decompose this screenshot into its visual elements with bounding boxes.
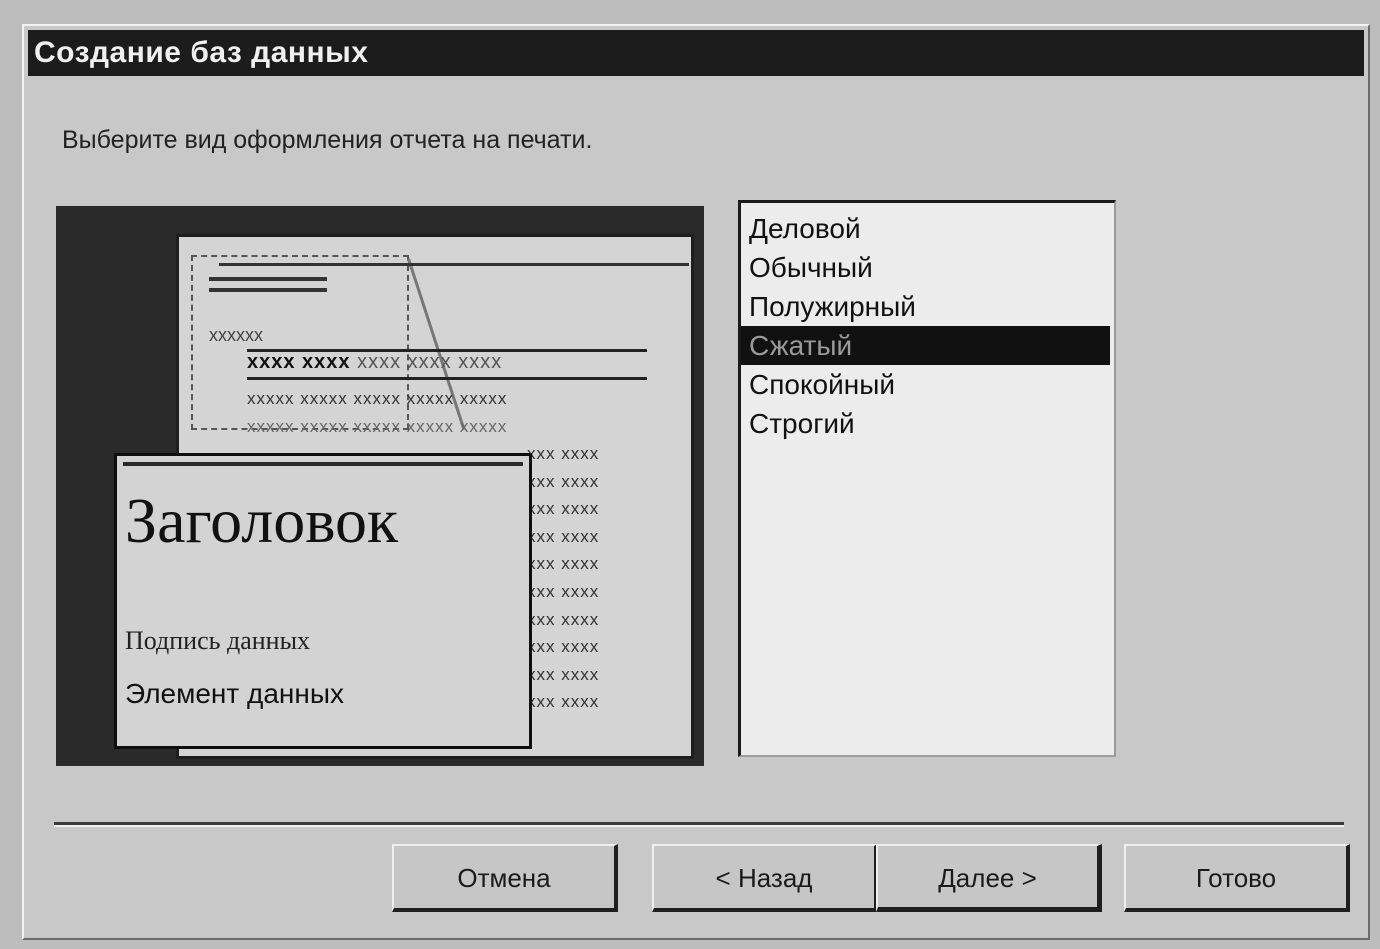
preview-right-row: xxx xxxx [527, 526, 600, 546]
style-option-business[interactable]: Деловой [741, 209, 1110, 248]
preview-group-label: xxxxxx [209, 325, 263, 345]
sample-data-item: Элемент данных [125, 678, 344, 709]
sample-title: Заголовок [125, 485, 399, 556]
preview-right-row: xxx xxxx [527, 499, 600, 519]
finish-button[interactable]: Готово [1124, 844, 1350, 912]
sample-card-rule [123, 462, 523, 466]
cancel-button[interactable]: Отмена [392, 844, 618, 912]
style-option-calm[interactable]: Спокойный [741, 365, 1110, 404]
style-option-bold[interactable]: Полужирный [741, 287, 1110, 326]
preview-right-rows: xxx xxxx xxx xxxx xxx xxxx xxx xxxx xxx … [527, 440, 599, 716]
preview-right-row: xxx xxxx [527, 471, 600, 491]
style-option-normal[interactable]: Обычный [741, 248, 1110, 287]
back-button[interactable]: < Назад [652, 844, 878, 912]
style-listbox[interactable]: Деловой Обычный Полужирный Сжатый Спокой… [738, 200, 1116, 757]
preview-right-row: xxx xxxx [527, 664, 600, 684]
preview-data-row: xxxxx xxxxx xxxxx xxxxx xxxxx [247, 389, 508, 408]
preview-right-row: xxx xxxx [527, 692, 600, 712]
button-separator [54, 822, 1344, 827]
preview-header-line [219, 263, 689, 266]
preview-data-rows: xxxxx xxxxx xxxxx xxxxx xxxxx xxxxx xxxx… [247, 385, 507, 440]
instruction-text: Выберите вид оформления отчета на печати… [62, 126, 593, 154]
preview-header-rule-top [247, 349, 647, 352]
preview-data-row: xxxxx xxxxx xxxxx xxxxx xxxxx [247, 416, 508, 436]
style-preview: xxxxxx xxxx xxxx xxxx xxxx xxxx xxxxx xx… [56, 206, 704, 766]
dialog-title: Создание баз данных [28, 30, 1364, 76]
preview-column-headers: xxxx xxxx xxxx xxxx xxxx [247, 351, 502, 374]
preview-header-rule-bottom [247, 377, 647, 380]
preview-right-row: xxx xxxx [527, 637, 600, 657]
preview-header-bold: xxxx xxxx [247, 351, 351, 373]
next-button[interactable]: Далее > [876, 844, 1102, 912]
preview-title-bars [209, 277, 327, 299]
style-option-strict[interactable]: Строгий [741, 404, 1110, 443]
sample-caption: Подпись данных [125, 626, 311, 655]
preview-right-row: xxx xxxx [527, 444, 600, 463]
preview-right-row: xxx xxxx [527, 554, 600, 574]
preview-sample-card: Заголовок Подпись данных Элемент данных [114, 453, 532, 749]
style-option-compact[interactable]: Сжатый [741, 326, 1110, 365]
preview-right-row: xxx xxxx [527, 581, 600, 601]
preview-right-row: xxx xxxx [527, 609, 600, 629]
preview-header-rest: xxxx xxxx xxxx [357, 351, 503, 373]
report-wizard-dialog: Создание баз данных Выберите вид оформле… [22, 24, 1370, 940]
